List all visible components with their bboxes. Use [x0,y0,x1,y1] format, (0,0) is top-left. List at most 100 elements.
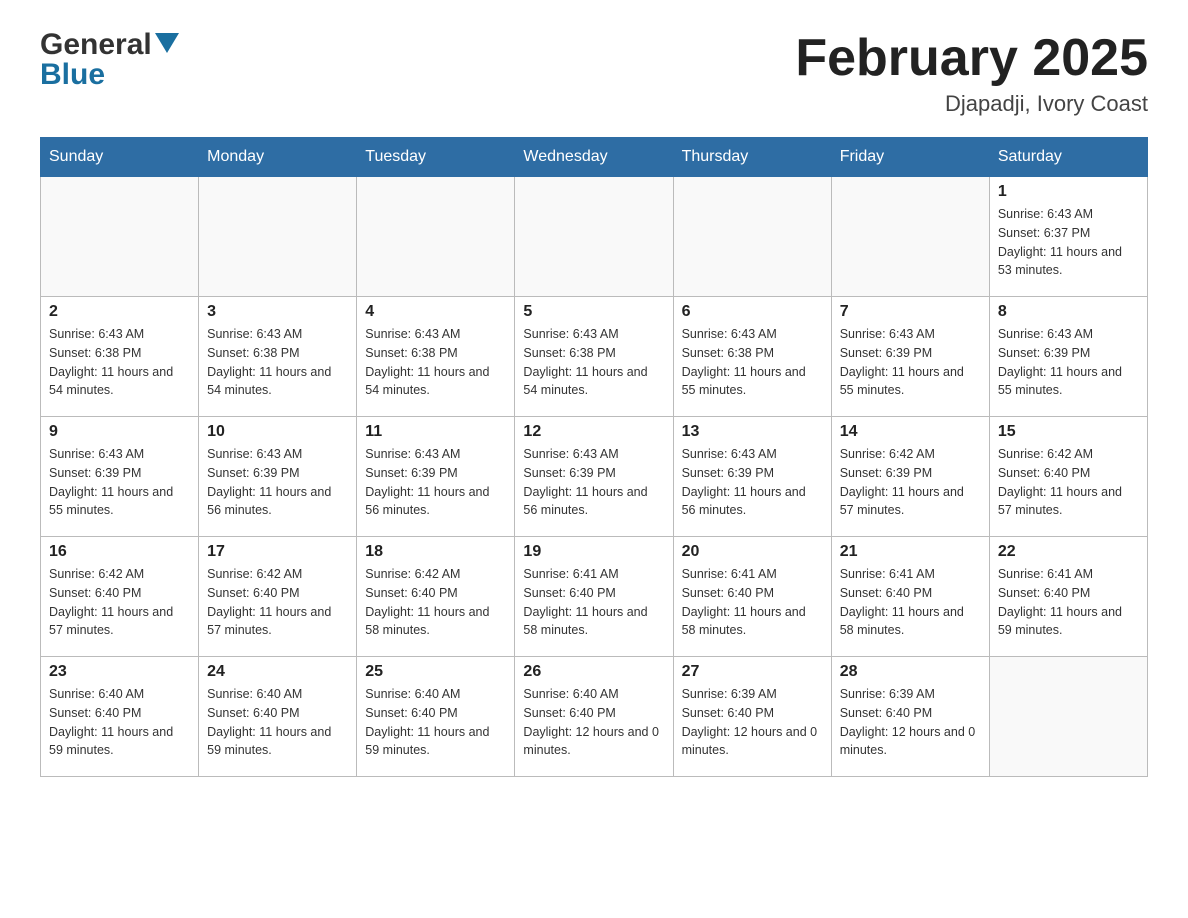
day-info: Sunrise: 6:42 AM Sunset: 6:40 PM Dayligh… [207,565,348,640]
location-title: Djapadji, Ivory Coast [795,91,1148,117]
day-number: 17 [207,543,348,561]
calendar-day-cell: 9 Sunrise: 6:43 AM Sunset: 6:39 PM Daylig… [41,417,199,537]
calendar-day-cell: 18 Sunrise: 6:42 AM Sunset: 6:40 PM Dayli… [357,537,515,657]
day-info: Sunrise: 6:42 AM Sunset: 6:40 PM Dayligh… [49,565,190,640]
day-number: 12 [523,423,664,441]
day-info: Sunrise: 6:43 AM Sunset: 6:39 PM Dayligh… [49,445,190,520]
calendar-day-cell: 24 Sunrise: 6:40 AM Sunset: 6:40 PM Dayli… [199,657,357,777]
calendar-day-cell: 20Sunrise: 6:41 AM Sunset: 6:40 PM Dayli… [673,537,831,657]
page-header: General Blue February 2025 Djapadji, Ivo… [40,30,1148,117]
calendar-day-cell: 21 Sunrise: 6:41 AM Sunset: 6:40 PM Dayli… [831,537,989,657]
day-number: 5 [523,303,664,321]
day-info: Sunrise: 6:43 AM Sunset: 6:38 PM Dayligh… [207,325,348,400]
day-info: Sunrise: 6:41 AM Sunset: 6:40 PM Dayligh… [682,565,823,640]
calendar-header-friday: Friday [831,138,989,177]
day-number: 19 [523,543,664,561]
calendar-day-cell: 4 Sunrise: 6:43 AM Sunset: 6:38 PM Daylig… [357,297,515,417]
day-info: Sunrise: 6:43 AM Sunset: 6:37 PM Dayligh… [998,205,1139,280]
day-number: 18 [365,543,506,561]
calendar-day-cell [199,177,357,297]
calendar-week-row: 23 Sunrise: 6:40 AM Sunset: 6:40 PM Dayli… [41,657,1148,777]
day-info: Sunrise: 6:41 AM Sunset: 6:40 PM Dayligh… [840,565,981,640]
day-info: Sunrise: 6:42 AM Sunset: 6:39 PM Dayligh… [840,445,981,520]
calendar-header-thursday: Thursday [673,138,831,177]
day-info: Sunrise: 6:40 AM Sunset: 6:40 PM Dayligh… [523,685,664,760]
day-info: Sunrise: 6:43 AM Sunset: 6:39 PM Dayligh… [523,445,664,520]
day-number: 4 [365,303,506,321]
day-number: 10 [207,423,348,441]
logo-triangle-icon [155,33,179,53]
day-info: Sunrise: 6:41 AM Sunset: 6:40 PM Dayligh… [998,565,1139,640]
day-number: 11 [365,423,506,441]
logo-general-text: General [40,30,152,60]
calendar-day-cell: 6 Sunrise: 6:43 AM Sunset: 6:38 PM Daylig… [673,297,831,417]
day-number: 15 [998,423,1139,441]
logo-blue-text: Blue [40,60,105,90]
day-info: Sunrise: 6:42 AM Sunset: 6:40 PM Dayligh… [998,445,1139,520]
calendar-week-row: 16 Sunrise: 6:42 AM Sunset: 6:40 PM Dayli… [41,537,1148,657]
calendar-day-cell [831,177,989,297]
calendar-day-cell [41,177,199,297]
day-info: Sunrise: 6:43 AM Sunset: 6:39 PM Dayligh… [365,445,506,520]
calendar-day-cell: 13Sunrise: 6:43 AM Sunset: 6:39 PM Dayli… [673,417,831,537]
day-info: Sunrise: 6:43 AM Sunset: 6:38 PM Dayligh… [682,325,823,400]
day-number: 23 [49,663,190,681]
calendar-day-cell: 15 Sunrise: 6:42 AM Sunset: 6:40 PM Dayli… [989,417,1147,537]
day-info: Sunrise: 6:43 AM Sunset: 6:39 PM Dayligh… [207,445,348,520]
day-info: Sunrise: 6:43 AM Sunset: 6:38 PM Dayligh… [365,325,506,400]
calendar-header-tuesday: Tuesday [357,138,515,177]
calendar-day-cell: 2Sunrise: 6:43 AM Sunset: 6:38 PM Daylig… [41,297,199,417]
day-info: Sunrise: 6:43 AM Sunset: 6:39 PM Dayligh… [998,325,1139,400]
day-number: 24 [207,663,348,681]
day-info: Sunrise: 6:42 AM Sunset: 6:40 PM Dayligh… [365,565,506,640]
day-number: 9 [49,423,190,441]
day-info: Sunrise: 6:39 AM Sunset: 6:40 PM Dayligh… [682,685,823,760]
calendar-week-row: 9 Sunrise: 6:43 AM Sunset: 6:39 PM Daylig… [41,417,1148,537]
day-number: 1 [998,183,1139,201]
day-info: Sunrise: 6:41 AM Sunset: 6:40 PM Dayligh… [523,565,664,640]
calendar-day-cell: 12 Sunrise: 6:43 AM Sunset: 6:39 PM Dayli… [515,417,673,537]
day-info: Sunrise: 6:39 AM Sunset: 6:40 PM Dayligh… [840,685,981,760]
calendar-day-cell: 27 Sunrise: 6:39 AM Sunset: 6:40 PM Dayli… [673,657,831,777]
day-number: 6 [682,303,823,321]
calendar-header-saturday: Saturday [989,138,1147,177]
calendar-header-sunday: Sunday [41,138,199,177]
day-info: Sunrise: 6:43 AM Sunset: 6:38 PM Dayligh… [523,325,664,400]
calendar-day-cell: 28 Sunrise: 6:39 AM Sunset: 6:40 PM Dayli… [831,657,989,777]
calendar-week-row: 2Sunrise: 6:43 AM Sunset: 6:38 PM Daylig… [41,297,1148,417]
calendar-table: SundayMondayTuesdayWednesdayThursdayFrid… [40,137,1148,777]
calendar-day-cell: 3 Sunrise: 6:43 AM Sunset: 6:38 PM Daylig… [199,297,357,417]
day-info: Sunrise: 6:43 AM Sunset: 6:38 PM Dayligh… [49,325,190,400]
calendar-day-cell: 11 Sunrise: 6:43 AM Sunset: 6:39 PM Dayli… [357,417,515,537]
calendar-week-row: 1 Sunrise: 6:43 AM Sunset: 6:37 PM Daylig… [41,177,1148,297]
calendar-day-cell: 16 Sunrise: 6:42 AM Sunset: 6:40 PM Dayli… [41,537,199,657]
day-number: 22 [998,543,1139,561]
calendar-day-cell: 17 Sunrise: 6:42 AM Sunset: 6:40 PM Dayli… [199,537,357,657]
day-number: 7 [840,303,981,321]
day-number: 13 [682,423,823,441]
calendar-day-cell: 19 Sunrise: 6:41 AM Sunset: 6:40 PM Dayli… [515,537,673,657]
calendar-day-cell: 14 Sunrise: 6:42 AM Sunset: 6:39 PM Dayli… [831,417,989,537]
calendar-day-cell: 7Sunrise: 6:43 AM Sunset: 6:39 PM Daylig… [831,297,989,417]
day-number: 27 [682,663,823,681]
calendar-day-cell: 8 Sunrise: 6:43 AM Sunset: 6:39 PM Daylig… [989,297,1147,417]
day-info: Sunrise: 6:40 AM Sunset: 6:40 PM Dayligh… [207,685,348,760]
calendar-header-monday: Monday [199,138,357,177]
day-number: 21 [840,543,981,561]
day-number: 16 [49,543,190,561]
day-number: 26 [523,663,664,681]
day-number: 8 [998,303,1139,321]
day-number: 14 [840,423,981,441]
calendar-header-wednesday: Wednesday [515,138,673,177]
day-info: Sunrise: 6:40 AM Sunset: 6:40 PM Dayligh… [365,685,506,760]
day-number: 3 [207,303,348,321]
calendar-day-cell [357,177,515,297]
calendar-day-cell: 23Sunrise: 6:40 AM Sunset: 6:40 PM Dayli… [41,657,199,777]
calendar-day-cell: 10 Sunrise: 6:43 AM Sunset: 6:39 PM Dayli… [199,417,357,537]
calendar-day-cell [515,177,673,297]
calendar-day-cell: 22 Sunrise: 6:41 AM Sunset: 6:40 PM Dayli… [989,537,1147,657]
calendar-day-cell: 1 Sunrise: 6:43 AM Sunset: 6:37 PM Daylig… [989,177,1147,297]
logo: General Blue [40,30,179,90]
day-number: 28 [840,663,981,681]
calendar-day-cell: 26 Sunrise: 6:40 AM Sunset: 6:40 PM Dayli… [515,657,673,777]
